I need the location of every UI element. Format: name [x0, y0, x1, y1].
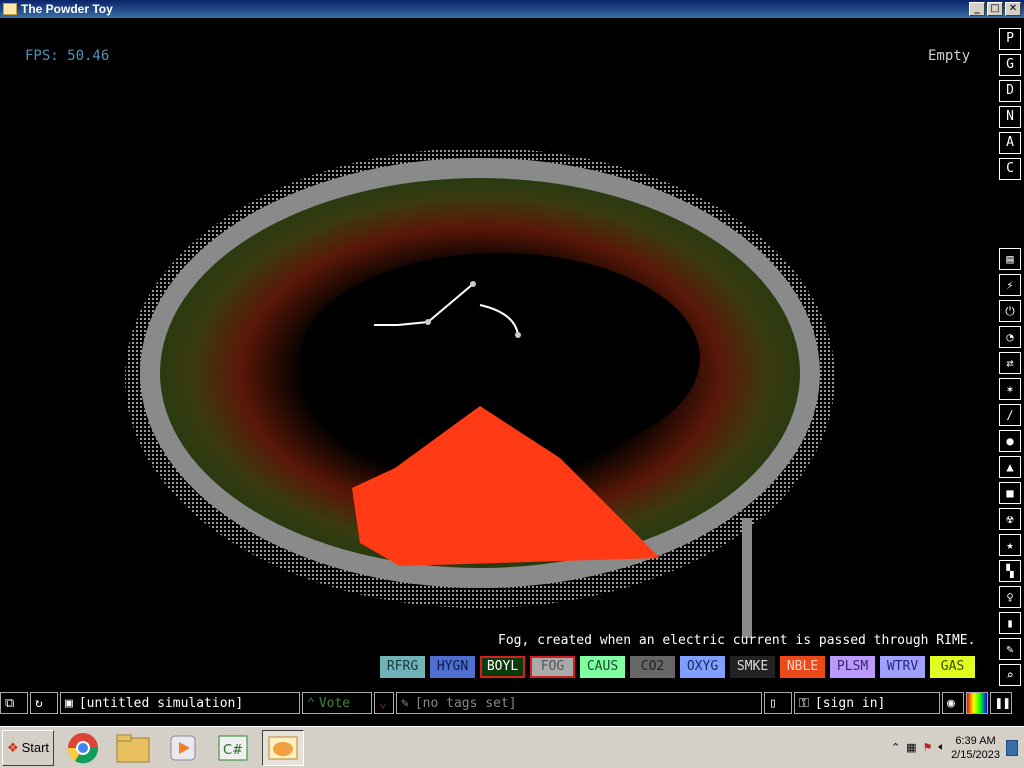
decoration-icon[interactable]: ✎: [999, 638, 1021, 660]
pause-button[interactable]: ❚❚: [990, 692, 1012, 714]
settings-icon[interactable]: ◉: [942, 692, 964, 714]
show-desktop-button[interactable]: [1006, 739, 1018, 756]
walls-icon[interactable]: ▤: [999, 248, 1021, 270]
csharp-icon: C#: [218, 735, 248, 760]
clock[interactable]: 6:39 AM 2/15/2023: [951, 734, 1000, 762]
mode-button-g[interactable]: G: [999, 54, 1021, 76]
sign-in-label: [sign in]: [814, 695, 886, 711]
element-button-plsm[interactable]: PLSM: [830, 656, 875, 678]
taskbar-explorer[interactable]: [112, 730, 154, 766]
sensors-icon[interactable]: ◔: [999, 326, 1021, 348]
hover-element-label: Empty: [928, 48, 971, 64]
special-icon[interactable]: ★: [999, 534, 1021, 556]
powered-icon[interactable]: ⏻: [999, 300, 1021, 322]
element-button-co2[interactable]: CO2: [630, 656, 675, 678]
favorites-icon[interactable]: ▮: [999, 612, 1021, 634]
action-center-icon[interactable]: ⚑: [923, 741, 933, 754]
element-button-wtrv[interactable]: WTRV: [880, 656, 925, 678]
svg-text:C#: C#: [223, 743, 243, 758]
new-simulation-icon[interactable]: ▯: [764, 692, 792, 714]
media-player-icon: [170, 735, 196, 760]
folder-icon: [116, 734, 150, 762]
mode-button-column: P G D N A C: [999, 28, 1021, 184]
vote-up-button[interactable]: ⌃ Vote: [302, 692, 372, 714]
element-button-oxyg[interactable]: OXYG: [680, 656, 725, 678]
element-button-gas[interactable]: GAS: [930, 656, 975, 678]
taskbar-media-player[interactable]: [162, 730, 204, 766]
tools-icon[interactable]: ♀: [999, 586, 1021, 608]
mode-button-c[interactable]: C: [999, 158, 1021, 180]
sign-in-button[interactable]: ⚿ [sign in]: [794, 692, 940, 714]
vote-down-button[interactable]: ⌄: [374, 692, 394, 714]
mode-button-p[interactable]: P: [999, 28, 1021, 50]
tags-label: [no tags set]: [414, 695, 517, 711]
search-icon[interactable]: ⌕: [999, 664, 1021, 686]
radioactive-icon[interactable]: ☢: [999, 508, 1021, 530]
clock-time: 6:39 AM: [955, 734, 996, 747]
element-button-fog[interactable]: FOG: [530, 656, 575, 678]
windows-logo-icon: ❖: [6, 739, 19, 755]
save-icon: ▣: [65, 695, 73, 711]
gases-icon[interactable]: ∕: [999, 404, 1021, 426]
element-button-hygn[interactable]: HYGN: [430, 656, 475, 678]
powder-toy-icon: [268, 736, 298, 759]
start-button[interactable]: ❖ Start: [2, 729, 54, 766]
simulation-canvas[interactable]: FPS: 50.46 Empty P G D N A C ▤ ⚡ ⏻ ◔ ⇄ ✶…: [0, 18, 1024, 688]
solids-icon[interactable]: ■: [999, 482, 1021, 504]
taskbar-chrome[interactable]: [62, 730, 104, 766]
particle-scene[interactable]: [0, 18, 1024, 688]
powders-icon[interactable]: ▲: [999, 456, 1021, 478]
tag-icon: ✎: [401, 695, 409, 711]
element-button-rfrg[interactable]: RFRG: [380, 656, 425, 678]
electronics-icon[interactable]: ⚡: [999, 274, 1021, 296]
element-palette: RFRG HYGN BOYL FOG CAUS CO2 OXYG SMKE NBLE PLSM WT…: [380, 656, 975, 678]
explosives-icon[interactable]: ✶: [999, 378, 1021, 400]
chrome-icon: [67, 732, 99, 763]
clock-date: 2/15/2023: [951, 748, 1000, 761]
simulation-bar: ⧉ ↻ ▣ [untitled simulation] ⌃ Vote ⌄ ✎ […: [0, 690, 1024, 716]
render-options-icon[interactable]: [966, 692, 988, 714]
element-button-nble[interactable]: NBLE: [780, 656, 825, 678]
volume-icon[interactable]: 🔈︎: [938, 741, 945, 754]
start-label: Start: [21, 740, 50, 755]
mode-button-a[interactable]: A: [999, 132, 1021, 154]
taskbar-csharp[interactable]: C#: [212, 730, 254, 766]
system-tray: ⌃ ▦ ⚑ 🔈︎ 6:39 AM 2/15/2023: [885, 730, 1024, 766]
powder-toy-app-icon: [3, 3, 17, 15]
category-button-column: ▤ ⚡ ⏻ ◔ ⇄ ✶ ∕ ● ▲ ■ ☢ ★ ▚ ♀ ▮ ✎ ⌕: [999, 248, 1021, 690]
save-name-field[interactable]: ▣ [untitled simulation]: [60, 692, 300, 714]
element-button-boyl[interactable]: BOYL: [480, 656, 525, 678]
key-icon: ⚿: [799, 695, 809, 711]
minimize-button[interactable]: _: [969, 2, 985, 16]
element-button-smke[interactable]: SMKE: [730, 656, 775, 678]
mode-button-n[interactable]: N: [999, 106, 1021, 128]
vote-label: Vote: [318, 695, 351, 711]
maximize-button[interactable]: □: [987, 2, 1003, 16]
liquids-icon[interactable]: ●: [999, 430, 1021, 452]
window-title: The Powder Toy: [21, 2, 113, 16]
tray-expand-icon[interactable]: ⌃: [891, 741, 900, 754]
fps-counter: FPS: 50.46: [25, 48, 110, 64]
network-icon[interactable]: ▦: [906, 741, 916, 754]
mode-button-d[interactable]: D: [999, 80, 1021, 102]
life-icon[interactable]: ▚: [999, 560, 1021, 582]
thumbs-up-icon: ⌃: [307, 695, 315, 711]
tags-field[interactable]: ✎ [no tags set]: [396, 692, 762, 714]
element-button-caus[interactable]: CAUS: [580, 656, 625, 678]
os-taskbar: ❖ Start C# ⌃ ▦ ⚑ 🔈︎ 6:39 AM 2/15/2023: [0, 726, 1024, 768]
window-titlebar: The Powder Toy _ □ ✕: [0, 0, 1024, 18]
close-button[interactable]: ✕: [1005, 2, 1021, 16]
reload-icon[interactable]: ↻: [30, 692, 58, 714]
force-icon[interactable]: ⇄: [999, 352, 1021, 374]
open-save-icon[interactable]: ⧉: [0, 692, 28, 714]
element-tooltip: Fog, created when an electric current is…: [498, 633, 976, 648]
taskbar-powder-toy[interactable]: [262, 729, 304, 766]
save-name-label: [untitled simulation]: [78, 695, 244, 711]
